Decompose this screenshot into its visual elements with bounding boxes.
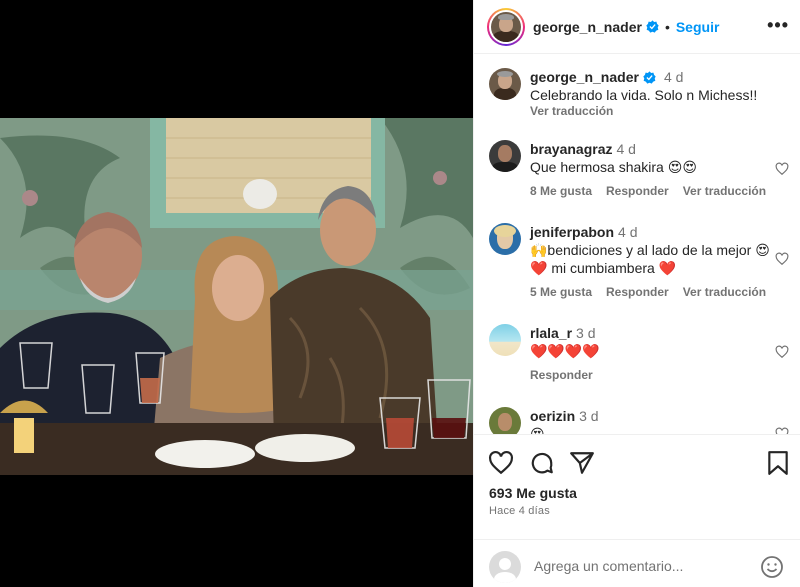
comment-item: oerizin 3 d 😍	[489, 407, 789, 434]
reply-button[interactable]: Responder	[530, 368, 593, 382]
heart-icon[interactable]	[775, 162, 789, 176]
add-comment-bar: Agrega un comentario...	[474, 539, 800, 587]
comments-list[interactable]: george_n_nader 4 d Celebrando la vida. So…	[474, 55, 800, 434]
likes-count[interactable]: 693 Me gusta	[489, 485, 577, 501]
caption-translate-link[interactable]: Ver traducción	[530, 104, 613, 118]
heart-icon[interactable]	[775, 345, 789, 359]
commenter-avatar[interactable]	[489, 140, 521, 172]
caption-text: Celebrando la vida. Solo n Michess!!	[530, 87, 758, 103]
post-caption: george_n_nader 4 d Celebrando la vida. So…	[489, 68, 789, 128]
heart-icon[interactable]	[775, 427, 789, 434]
author-avatar	[491, 11, 521, 42]
follow-button[interactable]: Seguir	[676, 19, 720, 35]
reply-button[interactable]: Responder	[606, 285, 669, 299]
bookmark-icon[interactable]	[765, 450, 791, 476]
comment-time: 3 d	[579, 408, 599, 424]
comment-likes[interactable]: 5 Me gusta	[530, 285, 592, 299]
media-panel	[0, 0, 473, 587]
share-icon[interactable]	[569, 450, 595, 476]
heart-icon[interactable]	[775, 252, 789, 266]
commenter-avatar[interactable]	[489, 324, 521, 356]
caption-author-avatar[interactable]	[489, 68, 521, 100]
more-options-icon[interactable]: •••	[767, 15, 789, 36]
commenter-avatar[interactable]	[489, 223, 521, 255]
verified-badge-icon	[643, 71, 656, 84]
reply-button[interactable]: Responder	[606, 184, 669, 198]
emoji-icon[interactable]	[760, 555, 784, 579]
post-details-panel: george_n_nader • Seguir ••• george_n_nad…	[473, 0, 800, 587]
separator-dot: •	[664, 18, 670, 35]
translate-link[interactable]: Ver traducción	[683, 285, 766, 299]
comment-likes[interactable]: 8 Me gusta	[530, 184, 592, 198]
comment-item: brayanagraz 4 d Que hermosa shakira 😍😍 8 …	[489, 140, 789, 200]
commenter-username[interactable]: rlala_r	[530, 325, 572, 341]
commenter-avatar[interactable]	[489, 407, 521, 434]
comment-icon[interactable]	[529, 450, 555, 476]
comment-time: 4 d	[618, 224, 638, 240]
verified-badge-icon	[646, 20, 659, 33]
post-header: george_n_nader • Seguir •••	[474, 0, 800, 54]
commenter-username[interactable]: brayanagraz	[530, 141, 612, 157]
story-ring[interactable]	[487, 7, 525, 46]
comment-input[interactable]: Agrega un comentario...	[534, 558, 683, 574]
post-time-ago: Hace 4 días	[489, 505, 550, 517]
comment-time: 3 d	[576, 325, 596, 341]
caption-time: 4 d	[663, 69, 684, 85]
comment-item: jeniferpabon 4 d 🙌bendiciones y al lado d…	[489, 223, 789, 303]
post-actions-bar: 693 Me gusta Hace 4 días Agrega un comen…	[474, 434, 800, 587]
comment-text: ❤️❤️❤️❤️	[530, 343, 600, 359]
translate-link[interactable]: Ver traducción	[683, 184, 766, 198]
commenter-username[interactable]: oerizin	[530, 408, 575, 424]
comment-text: 🙌bendiciones y al lado de la mejor 😍❤️ m…	[530, 242, 770, 276]
caption-username[interactable]: george_n_nader	[530, 69, 639, 85]
comment-time: 4 d	[616, 141, 636, 157]
post-photo[interactable]	[0, 118, 473, 475]
commenter-username[interactable]: jeniferpabon	[530, 224, 614, 240]
author-username[interactable]: george_n_nader	[533, 19, 642, 35]
instagram-post-modal: george_n_nader • Seguir ••• george_n_nad…	[0, 0, 800, 587]
comment-text: Que hermosa shakira 😍😍	[530, 159, 697, 175]
comment-item: rlala_r 3 d ❤️❤️❤️❤️ Responder	[489, 324, 789, 384]
current-user-avatar	[489, 551, 521, 583]
comment-text: 😍	[530, 426, 545, 434]
heart-icon[interactable]	[488, 450, 514, 476]
post-photo-illustration	[0, 118, 473, 475]
